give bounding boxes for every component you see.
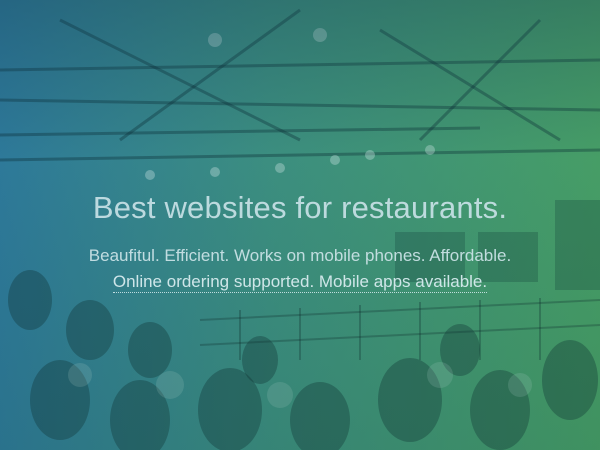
hero-headline: Best websites for restaurants.	[92, 190, 508, 225]
hero-features-line: Online ordering supported. Mobile apps a…	[0, 272, 600, 293]
hero-banner: Best websites for restaurants. Beaufitul…	[0, 0, 600, 450]
online-ordering-link[interactable]: Online ordering supported. Mobile apps a…	[112, 272, 488, 293]
hero-tagline: Beaufitul. Efficient. Works on mobile ph…	[88, 246, 512, 265]
